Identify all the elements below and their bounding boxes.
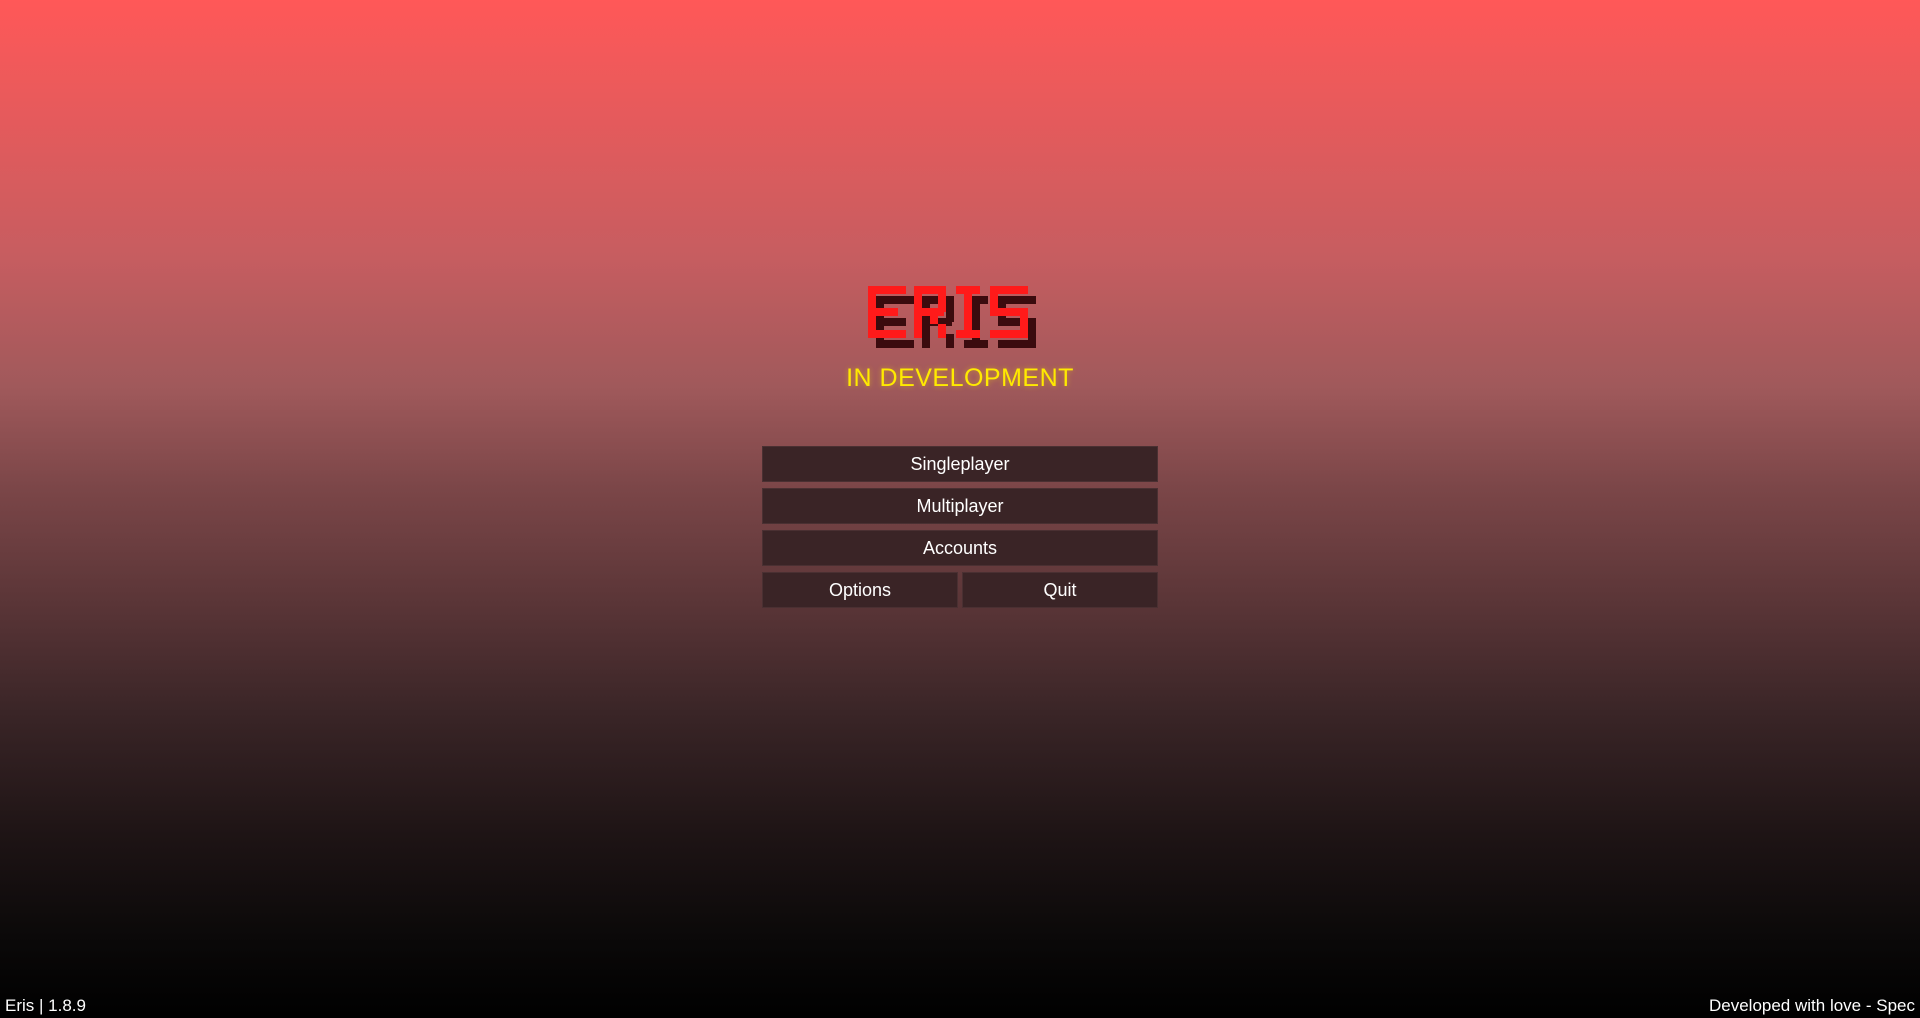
credit-label: Developed with love - Spec <box>1708 996 1915 1015</box>
singleplayer-button[interactable]: Singleplayer <box>762 446 1158 482</box>
version-label: Eris | 1.8.9 <box>5 996 86 1015</box>
quit-button[interactable]: Quit <box>962 572 1158 608</box>
options-quit-row: Options Quit <box>762 572 1158 614</box>
eris-logo <box>868 286 1052 358</box>
multiplayer-button[interactable]: Multiplayer <box>762 488 1158 524</box>
eris-logo-graphic <box>868 286 1036 348</box>
subtitle-in-development: IN DEVELOPMENT <box>846 364 1074 392</box>
options-button[interactable]: Options <box>762 572 958 608</box>
accounts-button[interactable]: Accounts <box>762 530 1158 566</box>
main-menu: Singleplayer Multiplayer Accounts Option… <box>762 446 1158 614</box>
